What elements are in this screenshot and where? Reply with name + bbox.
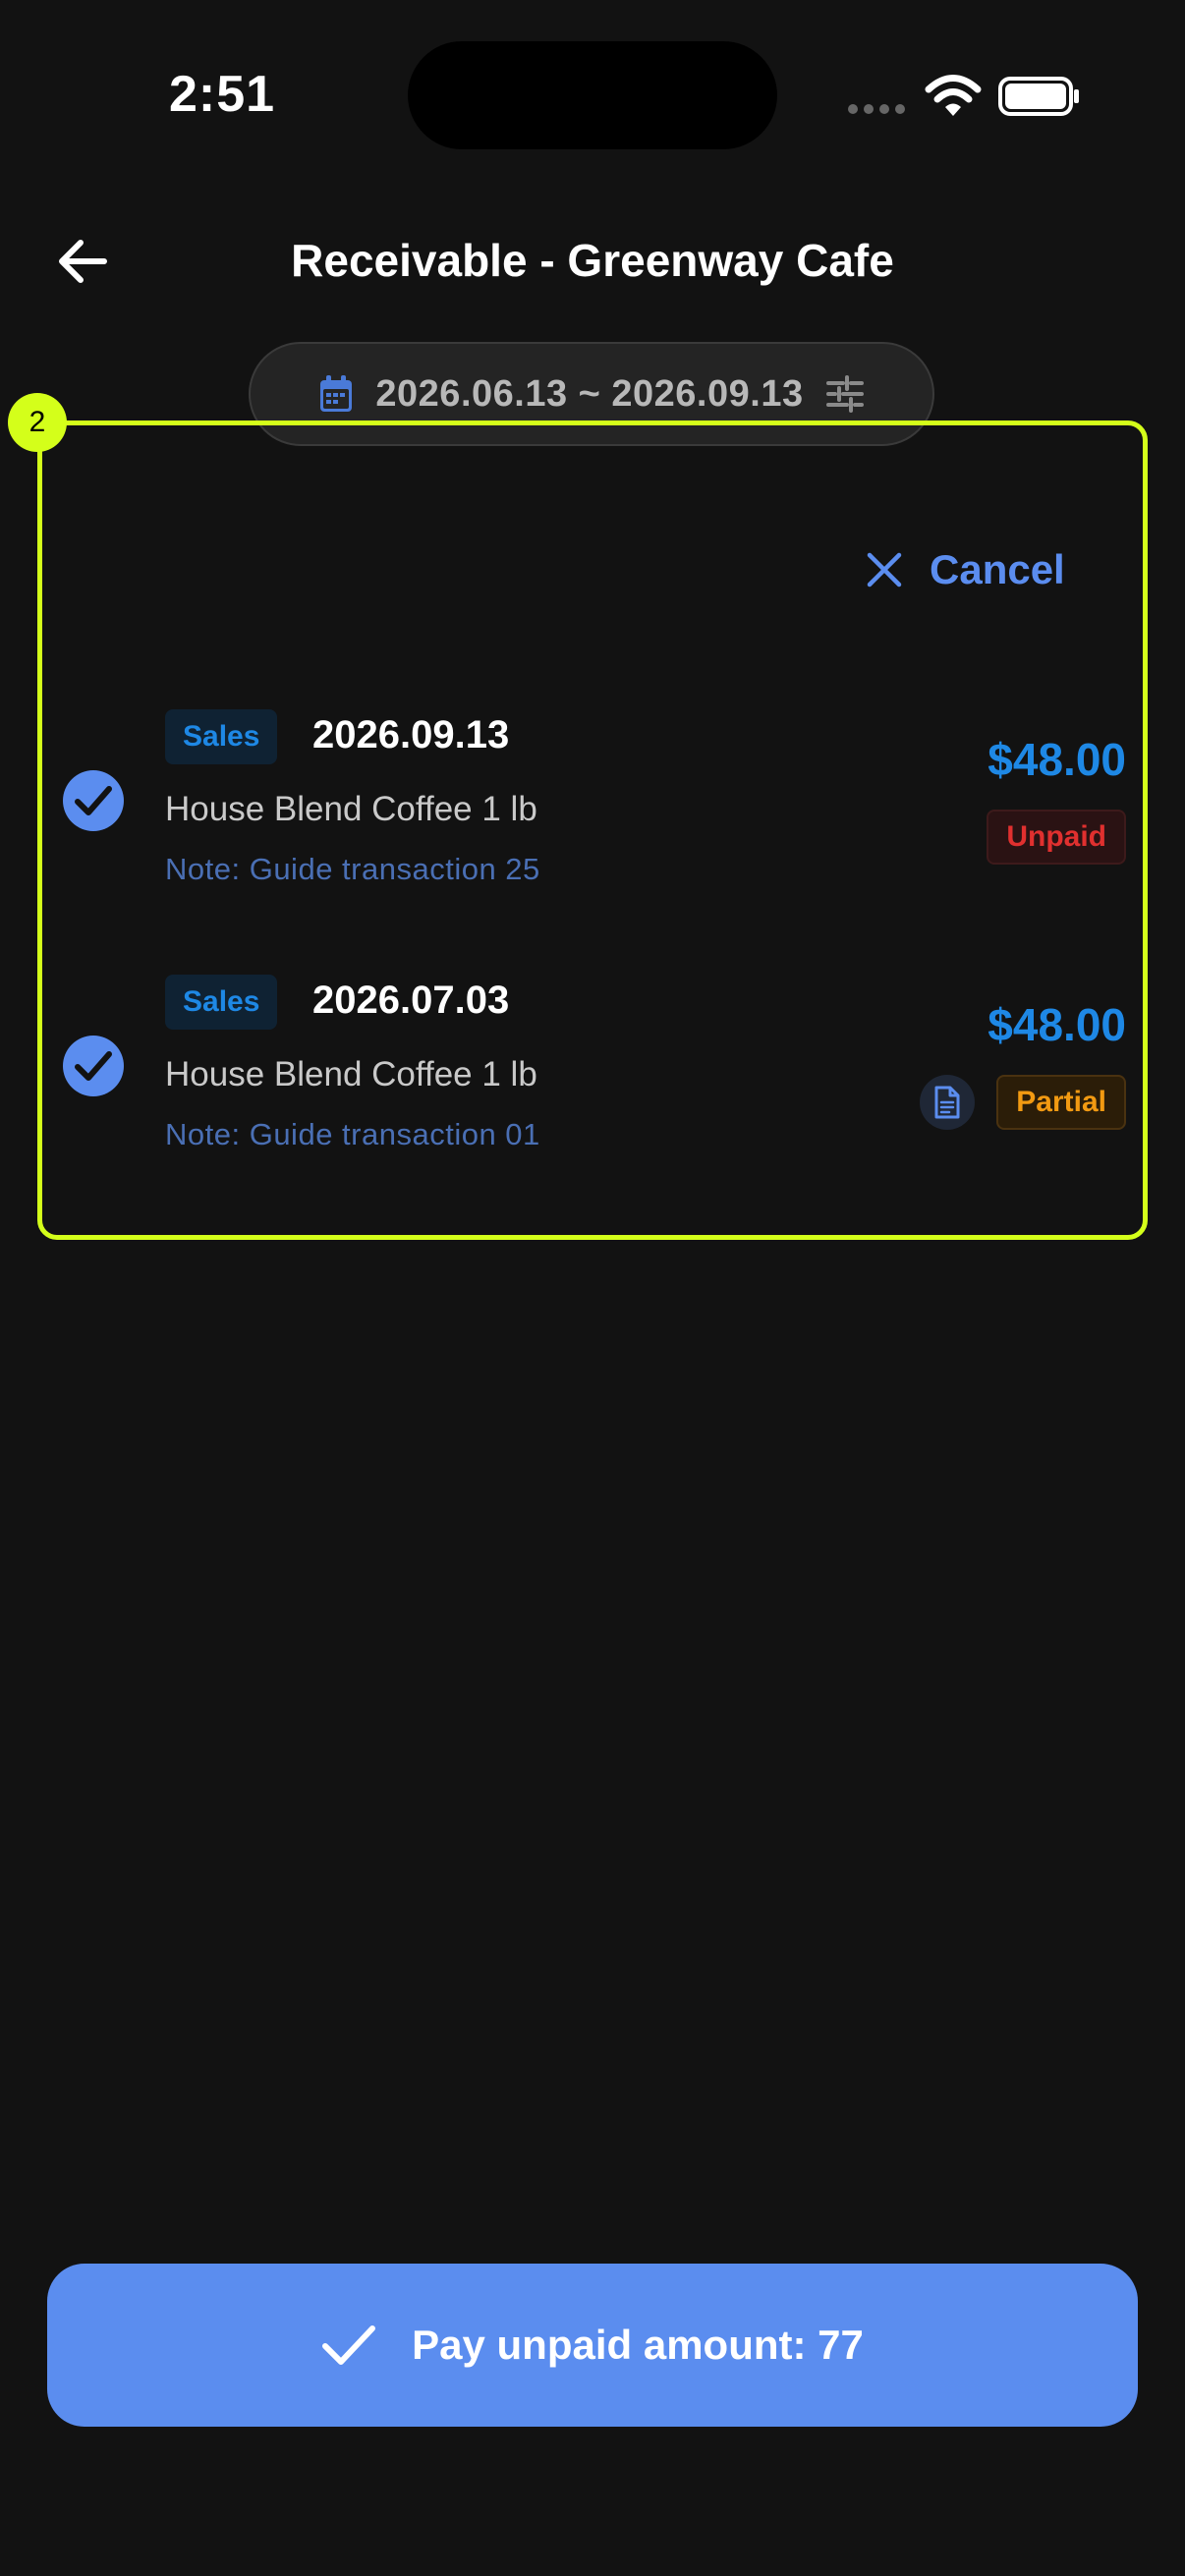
transaction-amount: $48.00 xyxy=(988,999,1126,1050)
date-range-text: 2026.06.13 ~ 2026.09.13 xyxy=(375,372,804,415)
status-bar: 2:51 xyxy=(0,0,1185,196)
selection-count-badge: 2 xyxy=(8,393,67,452)
transaction-row[interactable]: Sales 2026.09.13 House Blend Coffee 1 lb… xyxy=(39,698,1150,924)
cancel-label: Cancel xyxy=(930,546,1065,592)
wifi-icon xyxy=(925,75,982,116)
transaction-item: House Blend Coffee 1 lb xyxy=(165,1055,537,1093)
close-icon xyxy=(867,552,902,588)
transaction-row[interactable]: Sales 2026.07.03 House Blend Coffee 1 lb… xyxy=(39,963,1150,1189)
document-icon[interactable] xyxy=(920,1075,975,1130)
status-badge: Partial xyxy=(996,1075,1126,1130)
dynamic-island xyxy=(408,41,777,149)
transaction-date: 2026.09.13 xyxy=(312,713,510,756)
transaction-type-badge: Sales xyxy=(165,709,278,764)
transaction-note: Note: Guide transaction 01 xyxy=(165,1117,540,1151)
battery-icon xyxy=(998,77,1079,116)
transaction-item: House Blend Coffee 1 lb xyxy=(165,790,537,828)
transaction-date: 2026.07.03 xyxy=(312,979,510,1022)
page-title: Receivable - Greenway Cafe xyxy=(291,235,894,286)
transaction-note: Note: Guide transaction 25 xyxy=(165,852,540,886)
cancel-selection-button[interactable]: Cancel xyxy=(865,540,1065,599)
check-circle-icon[interactable] xyxy=(63,770,124,831)
pay-unpaid-button[interactable]: Pay unpaid amount: 77 xyxy=(47,2264,1138,2427)
status-time: 2:51 xyxy=(169,66,276,123)
check-circle-icon[interactable] xyxy=(63,1036,124,1096)
signal-dots-icon xyxy=(848,104,905,114)
sliders-icon[interactable] xyxy=(825,375,865,413)
checkmark-icon xyxy=(322,2325,376,2365)
transaction-amount: $48.00 xyxy=(988,734,1126,785)
calendar-icon xyxy=(320,375,353,412)
transaction-type-badge: Sales xyxy=(165,975,278,1030)
pay-button-label: Pay unpaid amount: 77 xyxy=(412,2322,864,2368)
status-badge: Unpaid xyxy=(987,810,1126,865)
